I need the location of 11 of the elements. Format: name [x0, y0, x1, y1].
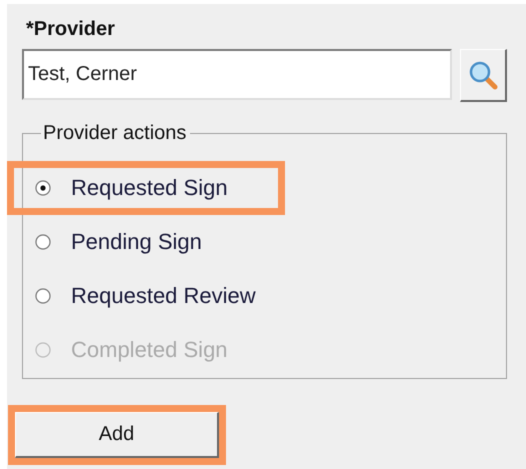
- provider-field[interactable]: Test, Cerner: [22, 49, 452, 100]
- search-button[interactable]: [460, 49, 507, 102]
- add-button[interactable]: Add: [15, 412, 219, 458]
- radio-label[interactable]: Requested Sign: [71, 175, 228, 201]
- radio-button[interactable]: [35, 234, 51, 250]
- radio-button[interactable]: [35, 288, 51, 304]
- radio-button[interactable]: [35, 180, 51, 196]
- field-label: *Provider: [26, 18, 115, 41]
- radio-label[interactable]: Requested Review: [71, 283, 256, 309]
- radio-label[interactable]: Pending Sign: [71, 229, 202, 255]
- search-icon: [468, 60, 498, 90]
